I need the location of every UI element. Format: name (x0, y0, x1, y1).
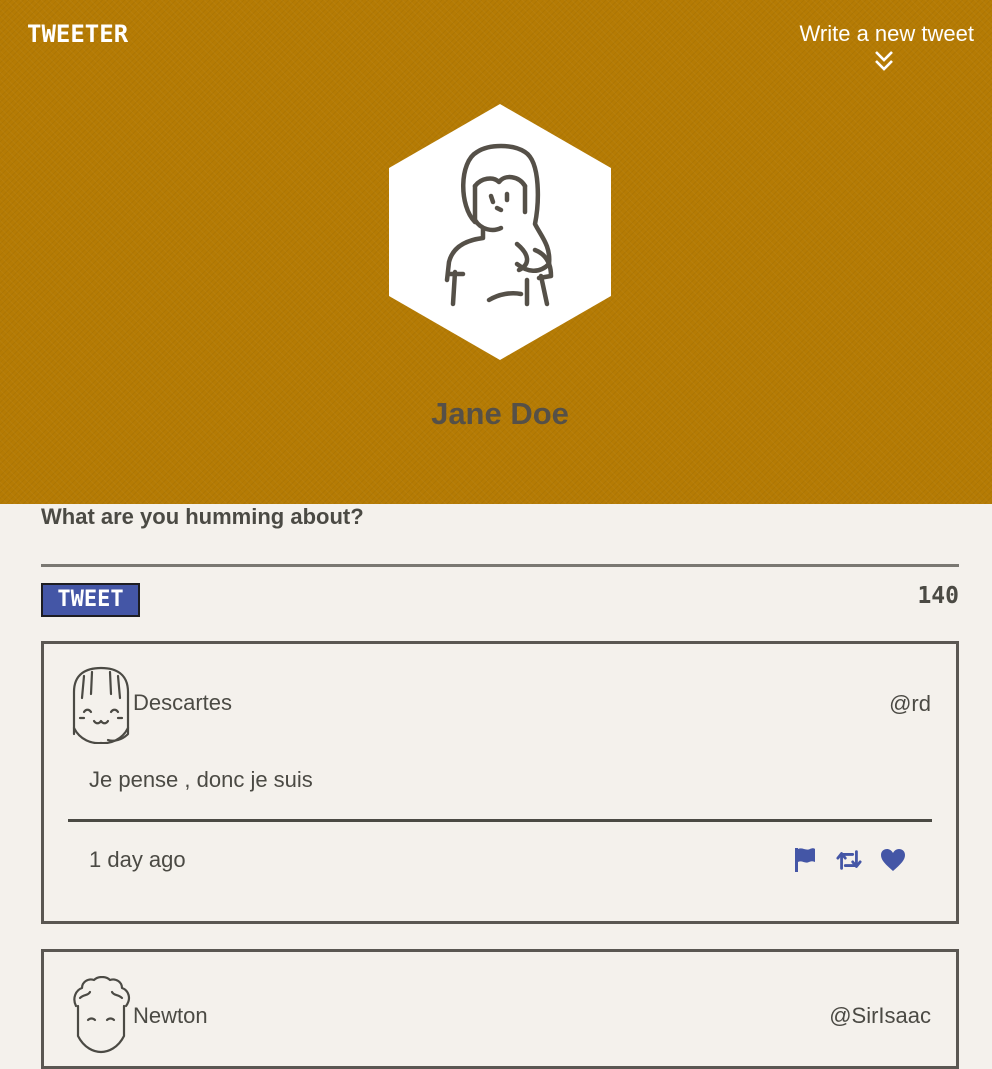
tweet-submit-button[interactable]: TWEET (41, 583, 140, 617)
profile-header: TWEETER Write a new tweet Jane Doe (0, 0, 992, 504)
tweet-actions (774, 847, 906, 873)
tweet-text: Je pense , donc je suis (89, 767, 313, 792)
flag-icon[interactable] (792, 847, 818, 873)
tweet-author-name[interactable]: Newton (133, 1002, 208, 1030)
tweet-author-handle[interactable]: @rd (889, 690, 931, 718)
profile-name: Jane Doe (431, 396, 569, 431)
tweet-timestamp: 1 day ago (89, 847, 186, 872)
write-new-tweet-label[interactable]: Write a new tweet (774, 20, 974, 48)
tweet-card: Newton @SirIsaac (41, 949, 959, 1069)
profile-avatar (389, 104, 611, 360)
user-avatar-icon (72, 666, 130, 744)
brand-logo[interactable]: TWEETER (27, 20, 128, 48)
compose-divider (41, 564, 959, 567)
write-new-tweet-toggle[interactable]: Write a new tweet (774, 20, 974, 48)
user-avatar-icon (73, 976, 131, 1054)
heart-icon[interactable] (880, 847, 906, 873)
tweet-author-handle[interactable]: @SirIsaac (829, 1002, 931, 1030)
tweet-divider (68, 819, 932, 822)
tweet-author-name[interactable]: Descartes (133, 689, 232, 717)
tweet-input[interactable]: What are you humming about? (41, 503, 364, 531)
character-counter: 140 (917, 583, 959, 609)
double-chevron-down-icon[interactable] (874, 50, 894, 72)
tweet-card: Descartes @rd Je pense , donc je suis 1 … (41, 641, 959, 924)
retweet-icon[interactable] (836, 847, 862, 873)
